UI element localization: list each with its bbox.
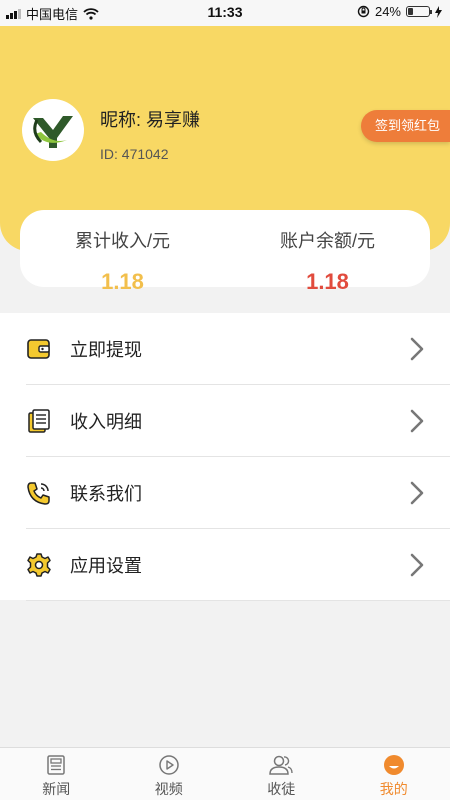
menu-item-income-details[interactable]: 收入明细 — [0, 385, 450, 457]
tab-mine[interactable]: 我的 — [338, 748, 450, 800]
tab-label: 我的 — [379, 781, 408, 797]
balance-label: 账户余额/元 — [279, 231, 375, 251]
tab-label: 视频 — [154, 781, 183, 797]
avatar[interactable] — [22, 99, 84, 161]
total-income-stat: 累计收入/元 1.18 — [20, 210, 225, 294]
rotation-lock-icon — [357, 5, 370, 18]
phone-icon — [27, 482, 50, 505]
battery-percent: 24% — [374, 4, 401, 19]
play-icon — [159, 755, 179, 775]
menu-item-withdraw[interactable]: 立即提现 — [0, 313, 450, 385]
menu-item-settings[interactable]: 应用设置 — [0, 529, 450, 601]
menu-list: 立即提现 收入明细 联系我们 应用设置 — [0, 313, 450, 601]
gear-icon — [27, 553, 51, 577]
menu-item-contact-us[interactable]: 联系我们 — [0, 457, 450, 529]
sign-in-reward-button[interactable]: 签到领红包 — [360, 110, 450, 142]
balance-value: 1.18 — [306, 269, 349, 294]
chevron-right-icon — [410, 337, 424, 361]
wallet-icon — [27, 339, 50, 359]
news-icon — [47, 755, 65, 775]
menu-item-label: 收入明细 — [70, 412, 142, 432]
chevron-right-icon — [410, 553, 424, 577]
tab-news[interactable]: 新闻 — [0, 748, 113, 800]
tab-label: 新闻 — [42, 781, 71, 797]
earnings-card: 累计收入/元 1.18 账户余额/元 1.18 — [20, 210, 430, 294]
menu-item-label: 联系我们 — [70, 484, 142, 504]
balance-stat: 账户余额/元 1.18 — [225, 210, 430, 294]
tab-label: 收徒 — [267, 781, 296, 797]
total-income-value: 1.18 — [101, 269, 144, 294]
battery-icon — [406, 6, 432, 17]
tab-bar: 新闻 视频 收徒 我的 — [0, 747, 450, 800]
divider — [26, 600, 450, 601]
chevron-right-icon — [410, 481, 424, 505]
document-icon — [28, 409, 50, 433]
status-bar: 中国电信 11:33 24% — [0, 0, 450, 26]
user-id: ID: 471042 — [100, 146, 169, 162]
tab-apprentice[interactable]: 收徒 — [225, 748, 338, 800]
tab-video[interactable]: 视频 — [113, 748, 226, 800]
menu-item-label: 应用设置 — [70, 556, 142, 576]
charging-icon — [435, 5, 442, 18]
profile-icon — [383, 755, 404, 775]
total-income-label: 累计收入/元 — [74, 231, 170, 251]
status-right: 24% — [357, 4, 442, 19]
users-icon — [269, 755, 293, 775]
nickname: 昵称: 易享赚 — [100, 110, 201, 130]
chevron-right-icon — [410, 409, 424, 433]
menu-item-label: 立即提现 — [70, 340, 142, 360]
app-logo-icon — [29, 106, 77, 154]
